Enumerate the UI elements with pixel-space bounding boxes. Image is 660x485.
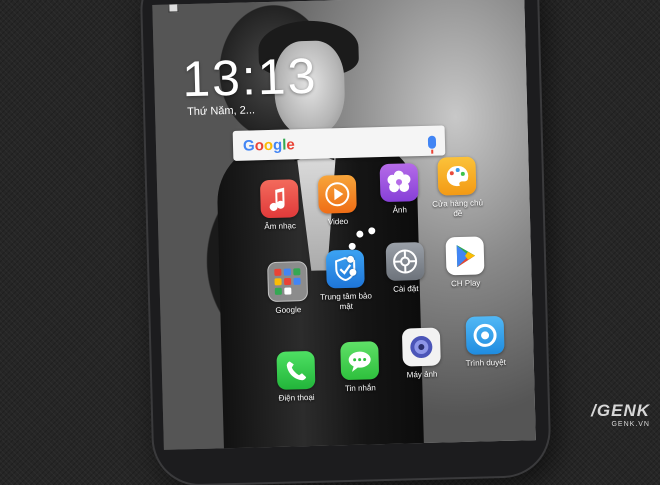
app-label: Điện thoại xyxy=(278,392,315,403)
app-camera[interactable]: Máy ảnh xyxy=(391,327,452,381)
app-play-store[interactable]: CH Play xyxy=(434,236,495,290)
app-label: Tin nhắn xyxy=(344,383,376,394)
app-label: Máy ảnh xyxy=(406,369,438,380)
smartphone: 13:13 Thứ Năm, 2... Google Âm nhạc Video xyxy=(141,0,550,485)
app-theme-store[interactable]: Cửa hàng chủ đề xyxy=(426,156,488,220)
app-messages[interactable]: Tin nhắn xyxy=(329,341,390,395)
phone-icon xyxy=(276,350,316,390)
app-label: Trình duyệt xyxy=(465,357,506,368)
camera-icon xyxy=(401,327,441,367)
app-label: Google xyxy=(275,305,302,315)
home-screen: 13:13 Thứ Năm, 2... Google Âm nhạc Video xyxy=(152,0,536,450)
notification-icon xyxy=(168,2,179,13)
google-search-bar[interactable]: Google xyxy=(232,125,446,161)
microphone-icon[interactable] xyxy=(427,135,437,149)
video-play-icon xyxy=(317,174,357,214)
app-label: Trung tâm bảo mật xyxy=(320,291,372,312)
app-security-center[interactable]: Trung tâm bảo mật xyxy=(315,249,377,313)
watermark-logo: /GENK xyxy=(591,401,650,420)
settings-gear-icon xyxy=(385,241,425,281)
theme-palette-icon xyxy=(437,156,477,196)
music-icon xyxy=(259,179,299,219)
app-label: CH Play xyxy=(450,278,481,289)
photo-flower-icon xyxy=(379,163,419,203)
messages-icon xyxy=(340,341,380,381)
google-folder-icon xyxy=(267,261,309,303)
app-settings[interactable]: Cài đặt xyxy=(375,241,436,296)
clock-widget[interactable]: 13:13 xyxy=(181,47,319,109)
play-store-icon xyxy=(445,236,485,276)
app-label: Âm nhạc xyxy=(264,221,297,232)
app-label: Ảnh xyxy=(392,205,407,215)
app-video[interactable]: Video xyxy=(307,174,368,228)
date-label: Thứ Năm, 2... xyxy=(186,104,256,119)
watermark-site: GENK.VN xyxy=(611,421,650,428)
app-label: Video xyxy=(327,216,349,227)
app-music[interactable]: Âm nhạc xyxy=(249,179,310,233)
security-shield-icon xyxy=(325,249,365,289)
app-google-folder[interactable]: Google xyxy=(257,261,318,317)
genk-watermark: /GENK GENK.VN xyxy=(591,401,650,428)
app-phone[interactable]: Điện thoại xyxy=(265,350,326,405)
app-photos[interactable]: Ảnh xyxy=(369,163,430,217)
app-browser[interactable]: Trình duyệt xyxy=(455,315,516,370)
browser-icon xyxy=(465,315,505,355)
google-logo: Google xyxy=(242,136,295,155)
app-label: Cài đặt xyxy=(393,284,419,294)
app-label: Cửa hàng chủ đề xyxy=(432,198,484,219)
